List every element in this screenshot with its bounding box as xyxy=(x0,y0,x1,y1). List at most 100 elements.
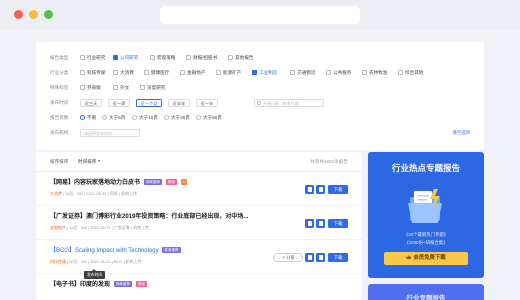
checkbox-icon xyxy=(290,70,295,75)
close-window-icon[interactable] xyxy=(14,10,23,19)
reset-link[interactable]: 清空选项 xyxy=(452,127,470,138)
item-meta: 金融地产 | 34页 · 3M | 2022-05-31 | 广发证券 | 机构… xyxy=(50,225,150,230)
chip-halfyear[interactable]: 近半年 xyxy=(168,98,190,107)
document-icon xyxy=(307,255,312,260)
item-title[interactable]: 【电子书】印度的发现 券商推荐 原版 xyxy=(50,279,147,288)
industry-row: 行业分类 科技传媒 大消费 健康医疗 金融地产 能源矿产 工业制造 交通物流 公… xyxy=(36,67,484,78)
option-pages-50[interactable]: 大于50页 xyxy=(196,112,222,123)
option-health[interactable]: 健康医疗 xyxy=(144,67,169,78)
industry-label: 行业分类 xyxy=(50,70,69,75)
option-finance[interactable]: 金融地产 xyxy=(180,67,205,78)
crown-icon xyxy=(406,255,412,259)
option-tech[interactable]: 科技传媒 xyxy=(80,67,105,78)
checkbox-icon xyxy=(113,70,118,75)
promo-card-2[interactable]: 行业专题报告 xyxy=(368,284,484,300)
option-pages-30[interactable]: 大于30页 xyxy=(164,112,190,123)
document-icon xyxy=(307,221,312,226)
option-other[interactable]: 其他报告 xyxy=(228,52,253,63)
option-pages-5[interactable]: 大于5页 xyxy=(102,112,125,123)
badge-a: A xyxy=(180,179,187,185)
option-transport[interactable]: 交通物流 xyxy=(290,67,315,78)
preview-button[interactable] xyxy=(305,185,314,194)
minimize-window-icon[interactable] xyxy=(29,10,38,19)
favorite-button[interactable] xyxy=(316,185,325,194)
option-deep[interactable]: 深度研究 xyxy=(140,82,165,93)
list-item[interactable]: 【广发证券】澳门博彩行业2019年投资策略：行业底部已经出现，对中场... 金融… xyxy=(36,206,362,240)
tags-label: 特殊标签 xyxy=(50,85,69,90)
chip-1year[interactable]: 近一年 xyxy=(196,98,218,107)
checkbox-icon xyxy=(150,55,155,60)
org-label: 发布机构 xyxy=(50,130,69,135)
option-industry-research[interactable]: 行业研究 xyxy=(80,52,105,63)
promo-card[interactable]: 行业热点专题报告 《30个最新热门专题》 《1000份+研报合集》 会员免费下载 xyxy=(368,152,484,278)
option-company-research[interactable]: 公司研究 xyxy=(113,52,138,63)
org-select[interactable]: 请选择发布机构 xyxy=(80,128,140,137)
option-agri[interactable]: 农林牧渔 xyxy=(362,67,387,78)
checkbox-icon xyxy=(140,85,145,90)
promo-line-1: 《30个最新热门专题》 xyxy=(403,232,449,237)
list-item[interactable]: 【网易】内容玩家落地动力白皮书 券商推荐 原版 A 大消费 | 34页 · 3M… xyxy=(36,172,362,206)
favorite-button[interactable] xyxy=(316,219,325,228)
checkbox-icon xyxy=(144,70,149,75)
checkbox-icon xyxy=(80,55,85,60)
document-icon xyxy=(318,255,323,260)
document-icon xyxy=(307,187,312,192)
address-bar[interactable] xyxy=(160,6,360,24)
chip-1month[interactable]: 近一个月 xyxy=(136,98,162,107)
report-type-row: 报告类型 行业研究 公司研究 宏观策略 财报/招股书 其他报告 xyxy=(36,52,484,63)
chip-3days[interactable]: 近三天 xyxy=(80,98,102,107)
download-button[interactable]: 下载 xyxy=(328,219,348,228)
option-broker[interactable]: 券商版 xyxy=(80,82,101,93)
checkbox-icon xyxy=(216,70,221,75)
checkbox-checked-icon xyxy=(252,70,257,75)
radio-icon xyxy=(132,115,137,120)
time-label: 发布时间 xyxy=(50,100,69,105)
item-meta: 大消费 | 34页 · 3M | 2022-05-31 | 网易 | 机构上传 xyxy=(50,191,138,196)
member-download-button[interactable]: 会员免费下载 xyxy=(384,252,468,265)
maximize-window-icon[interactable] xyxy=(44,10,53,19)
option-energy[interactable]: 能源矿产 xyxy=(216,67,241,78)
badge-recommend: 券商推荐 xyxy=(162,247,181,253)
item-title[interactable]: 【广发证券】澳门博彩行业2019年投资策略：行业底部已经出现，对中场... xyxy=(50,211,248,220)
time-row: 发布时间 近三天 近一周 近一个月 近半年 近一年 开始日期 - 结束日期 xyxy=(36,97,484,108)
item-title[interactable]: 【BCG】Scaling Impact with Technology 券商推荐 xyxy=(50,245,181,254)
option-macro[interactable]: 宏观策略 xyxy=(150,52,175,63)
preview-button[interactable] xyxy=(305,253,314,262)
radio-icon xyxy=(196,115,201,120)
checkbox-icon xyxy=(362,70,367,75)
promo2-title: 行业专题报告 xyxy=(406,295,446,300)
download-button[interactable]: 下载 xyxy=(328,253,348,262)
tags-row: 特殊标签 券商版 外文 深度研究 xyxy=(36,82,484,93)
checkbox-checked-icon xyxy=(113,55,118,60)
option-pages-any[interactable]: 不限 xyxy=(80,112,96,123)
badge-recommend: 券商推荐 xyxy=(113,281,133,287)
option-consumer[interactable]: 大消费 xyxy=(113,67,134,78)
checkbox-icon xyxy=(80,85,85,90)
option-financials[interactable]: 财报/招股书 xyxy=(186,52,217,63)
calendar-icon xyxy=(257,101,261,105)
option-foreign[interactable]: 外文 xyxy=(113,82,129,93)
favorite-button[interactable] xyxy=(316,253,325,262)
date-range-input[interactable]: 开始日期 - 结束日期 xyxy=(254,98,324,107)
sort-dropdown[interactable]: 时间排序 xyxy=(78,152,100,172)
share-button[interactable]: ↗ 分享 xyxy=(273,253,303,262)
pages-row: 报告页数 不限 大于5页 大于10页 大于30页 大于50页 xyxy=(36,112,484,123)
option-pages-10[interactable]: 大于10页 xyxy=(132,112,158,123)
checkbox-icon xyxy=(180,70,185,75)
checkbox-icon xyxy=(326,70,331,75)
checkbox-icon xyxy=(398,70,403,75)
checkbox-icon xyxy=(113,85,118,90)
folder-icon xyxy=(408,189,442,223)
option-public[interactable]: 公共服务 xyxy=(326,67,351,78)
option-misc[interactable]: 综合其他 xyxy=(398,67,423,78)
item-title[interactable]: 【网易】内容玩家落地动力白皮书 券商推荐 原版 A xyxy=(50,177,187,186)
option-industrial[interactable]: 工业制造 xyxy=(252,67,277,78)
list-item[interactable]: 【BCG】Scaling Impact with Technology 券商推荐… xyxy=(36,240,362,274)
chip-1week[interactable]: 近一周 xyxy=(108,98,130,107)
download-button[interactable]: 下载 xyxy=(328,185,348,194)
chevron-down-icon xyxy=(97,160,100,162)
tooltip: 发布时间 xyxy=(84,269,106,279)
report-type-label: 报告类型 xyxy=(50,55,69,60)
sort-label: 排序排序 xyxy=(50,159,69,164)
preview-button[interactable] xyxy=(305,219,314,228)
